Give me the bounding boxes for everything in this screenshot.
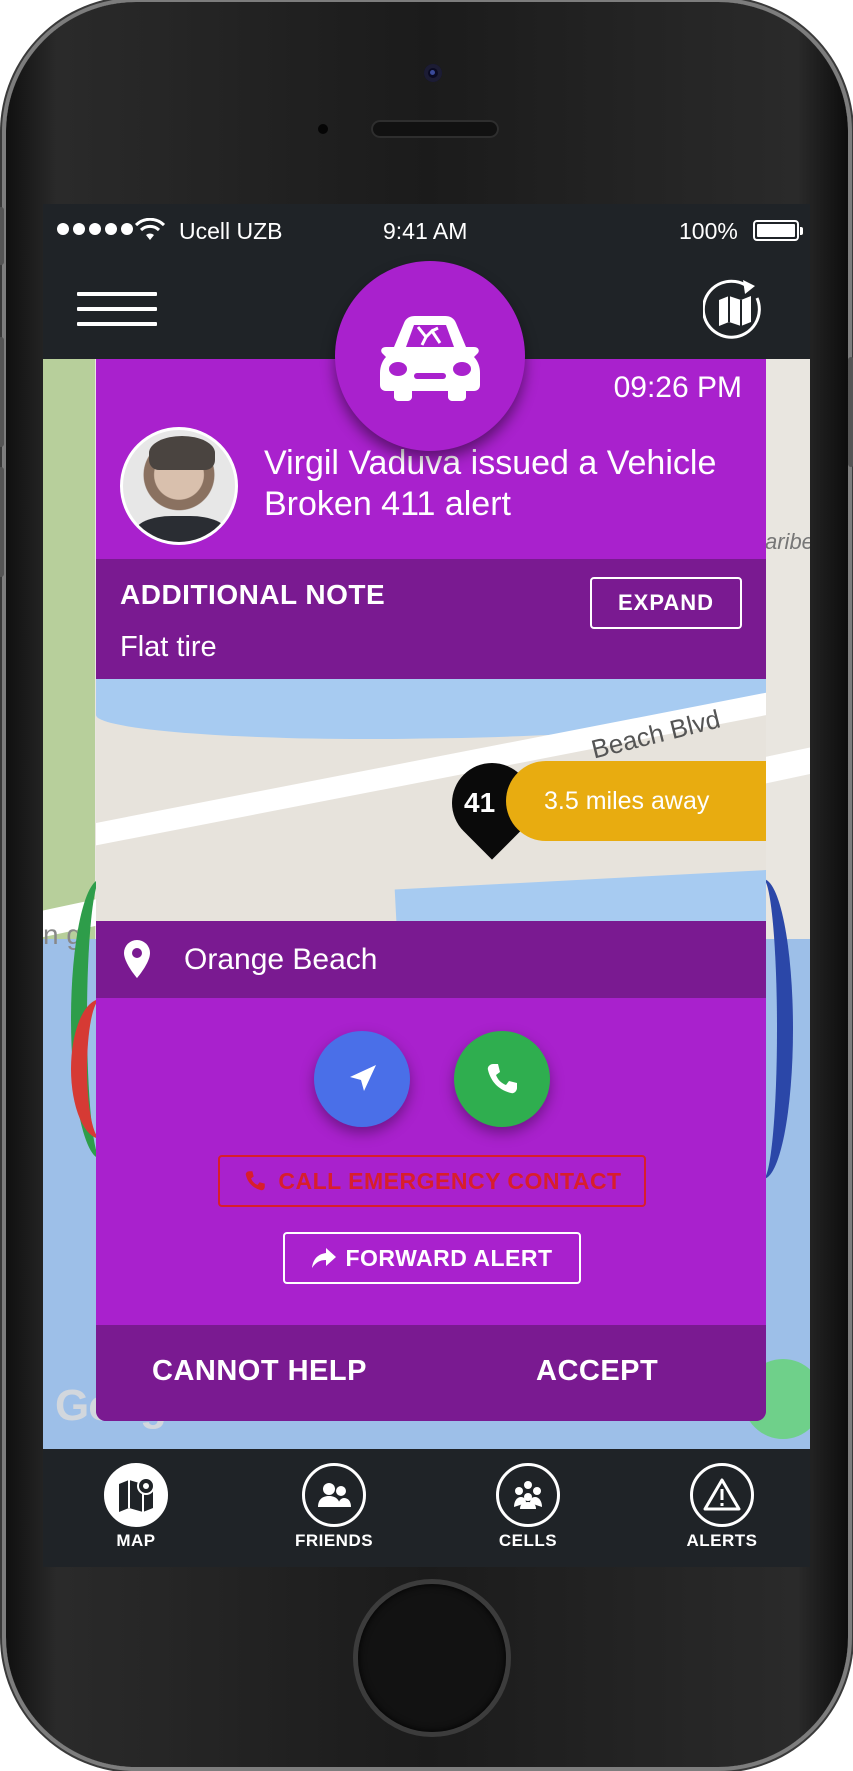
front-camera <box>424 64 442 82</box>
emergency-label: CALL EMERGENCY CONTACT <box>278 1167 622 1194</box>
alerts-icon <box>690 1463 754 1527</box>
location-name: Orange Beach <box>184 943 378 976</box>
location-bar: Orange Beach <box>96 921 766 998</box>
screen: Ucell UZB 9:41 AM 100% n g aribe Google … <box>43 204 810 1567</box>
volume-down-button <box>0 467 4 577</box>
alert-card: 09:26 PM Virgil Vaduva issued a Vehicle … <box>96 359 766 1421</box>
proximity-sensor <box>318 124 328 134</box>
distance-badge: 3.5 miles away <box>506 761 766 841</box>
tab-alerts-label: ALERTS <box>686 1531 758 1550</box>
tab-cells-label: CELLS <box>498 1531 558 1550</box>
call-button[interactable] <box>454 1031 550 1127</box>
avatar <box>120 427 238 545</box>
signal-strength-icon <box>57 223 133 235</box>
alert-location-map[interactable]: Beach Blvd 41 3.5 miles away <box>96 679 766 921</box>
note-heading: ADDITIONAL NOTE <box>120 579 386 610</box>
map-icon <box>104 1463 168 1527</box>
mini-map-water-bottom <box>394 868 766 921</box>
cells-icon <box>496 1463 560 1527</box>
home-button[interactable] <box>358 1584 506 1732</box>
alert-action-bar: CANNOT HELP ACCEPT <box>96 1325 766 1421</box>
expand-button[interactable]: EXPAND <box>590 577 742 629</box>
tab-map[interactable]: MAP <box>81 1463 191 1559</box>
hamburger-menu-icon[interactable] <box>77 292 157 328</box>
volume-up-button <box>0 337 4 447</box>
friends-icon <box>302 1463 366 1527</box>
tab-alerts[interactable]: ALERTS <box>667 1463 777 1559</box>
status-time: 9:41 AM <box>383 218 468 244</box>
map-label-right: aribe <box>765 529 810 554</box>
navigate-button[interactable] <box>314 1031 410 1127</box>
tab-cells[interactable]: CELLS <box>473 1463 583 1559</box>
note-text: Flat tire <box>120 631 217 663</box>
broken-car-icon <box>380 316 480 401</box>
call-emergency-contact-button[interactable]: CALL EMERGENCY CONTACT <box>218 1155 646 1207</box>
cannot-help-button[interactable]: CANNOT HELP <box>152 1355 367 1388</box>
navigation-arrow-icon <box>350 1065 376 1091</box>
wifi-icon <box>135 218 165 240</box>
tab-friends[interactable]: FRIENDS <box>279 1463 389 1559</box>
additional-note-section: ADDITIONAL NOTE Flat tire EXPAND <box>96 559 766 679</box>
map-park-area <box>43 359 95 939</box>
power-button <box>848 357 853 467</box>
alert-title: Virgil Vaduva issued a Vehicle Broken 41… <box>264 444 717 523</box>
alert-timestamp: 09:26 PM <box>613 371 742 404</box>
map-refresh-icon[interactable] <box>703 278 767 342</box>
status-bar: Ucell UZB 9:41 AM 100% <box>43 204 810 254</box>
mute-switch <box>0 207 4 265</box>
pin-label: 41 <box>464 787 496 818</box>
location-pin-icon <box>124 940 150 978</box>
alert-type-badge <box>335 261 525 451</box>
distance-text: 3.5 miles away <box>544 786 710 815</box>
forward-alert-button[interactable]: FORWARD ALERT <box>283 1232 581 1284</box>
phone-icon <box>487 1064 517 1094</box>
tab-friends-label: FRIENDS <box>294 1531 374 1550</box>
forward-label: FORWARD ALERT <box>345 1244 553 1271</box>
earpiece-speaker <box>371 120 499 138</box>
battery-percentage: 100% <box>679 218 738 244</box>
forward-arrow-icon <box>312 1248 337 1268</box>
bottom-tab-bar: MAP FRIENDS CELLS ALERTS <box>43 1449 810 1567</box>
tab-map-label: MAP <box>116 1531 156 1550</box>
carrier-name: Ucell UZB <box>179 218 283 244</box>
battery-icon <box>753 220 803 241</box>
emergency-phone-icon <box>246 1171 266 1191</box>
accept-button[interactable]: ACCEPT <box>536 1355 658 1388</box>
